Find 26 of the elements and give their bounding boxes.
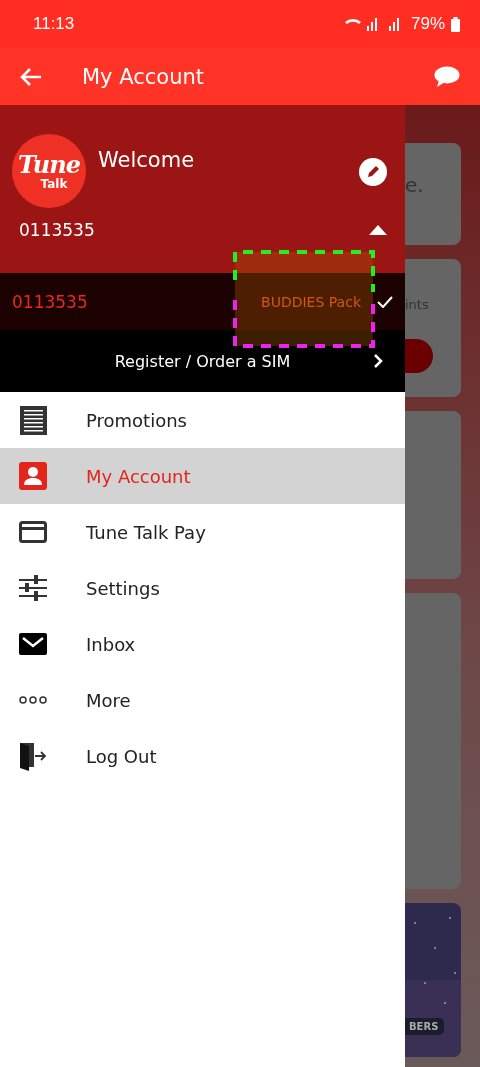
sliders-icon (19, 575, 47, 601)
register-button[interactable]: Register / Order a SIM (0, 330, 405, 392)
phone-number: 0113535 (19, 220, 95, 240)
battery-percent: 79% (410, 14, 445, 34)
credit-card-icon (19, 521, 47, 543)
edit-button[interactable] (359, 158, 387, 186)
card-button[interactable] (405, 339, 433, 373)
account-row[interactable]: 0113535 BUDDIES Pack (0, 273, 405, 330)
status-time: 11:13 (33, 14, 75, 34)
chevron-icon (373, 353, 383, 369)
welcome-text: Welcome (98, 148, 195, 174)
plan-name: BUDDIES Pack (261, 293, 361, 310)
check-icon (377, 295, 393, 308)
envelope-icon (19, 633, 47, 655)
battery-icon (451, 16, 460, 32)
banner-badge: BERS (405, 1018, 445, 1035)
list-icon (19, 405, 47, 435)
logout-icon (19, 741, 47, 771)
logo: Tune Talk (12, 134, 86, 208)
screen-title: My Account (82, 64, 204, 89)
account-number: 0113535 (12, 291, 88, 312)
chat-button[interactable] (434, 65, 460, 88)
person-icon (19, 462, 47, 490)
back-button[interactable] (20, 66, 42, 87)
collapse-button[interactable] (369, 225, 387, 235)
dots-icon (19, 696, 47, 704)
